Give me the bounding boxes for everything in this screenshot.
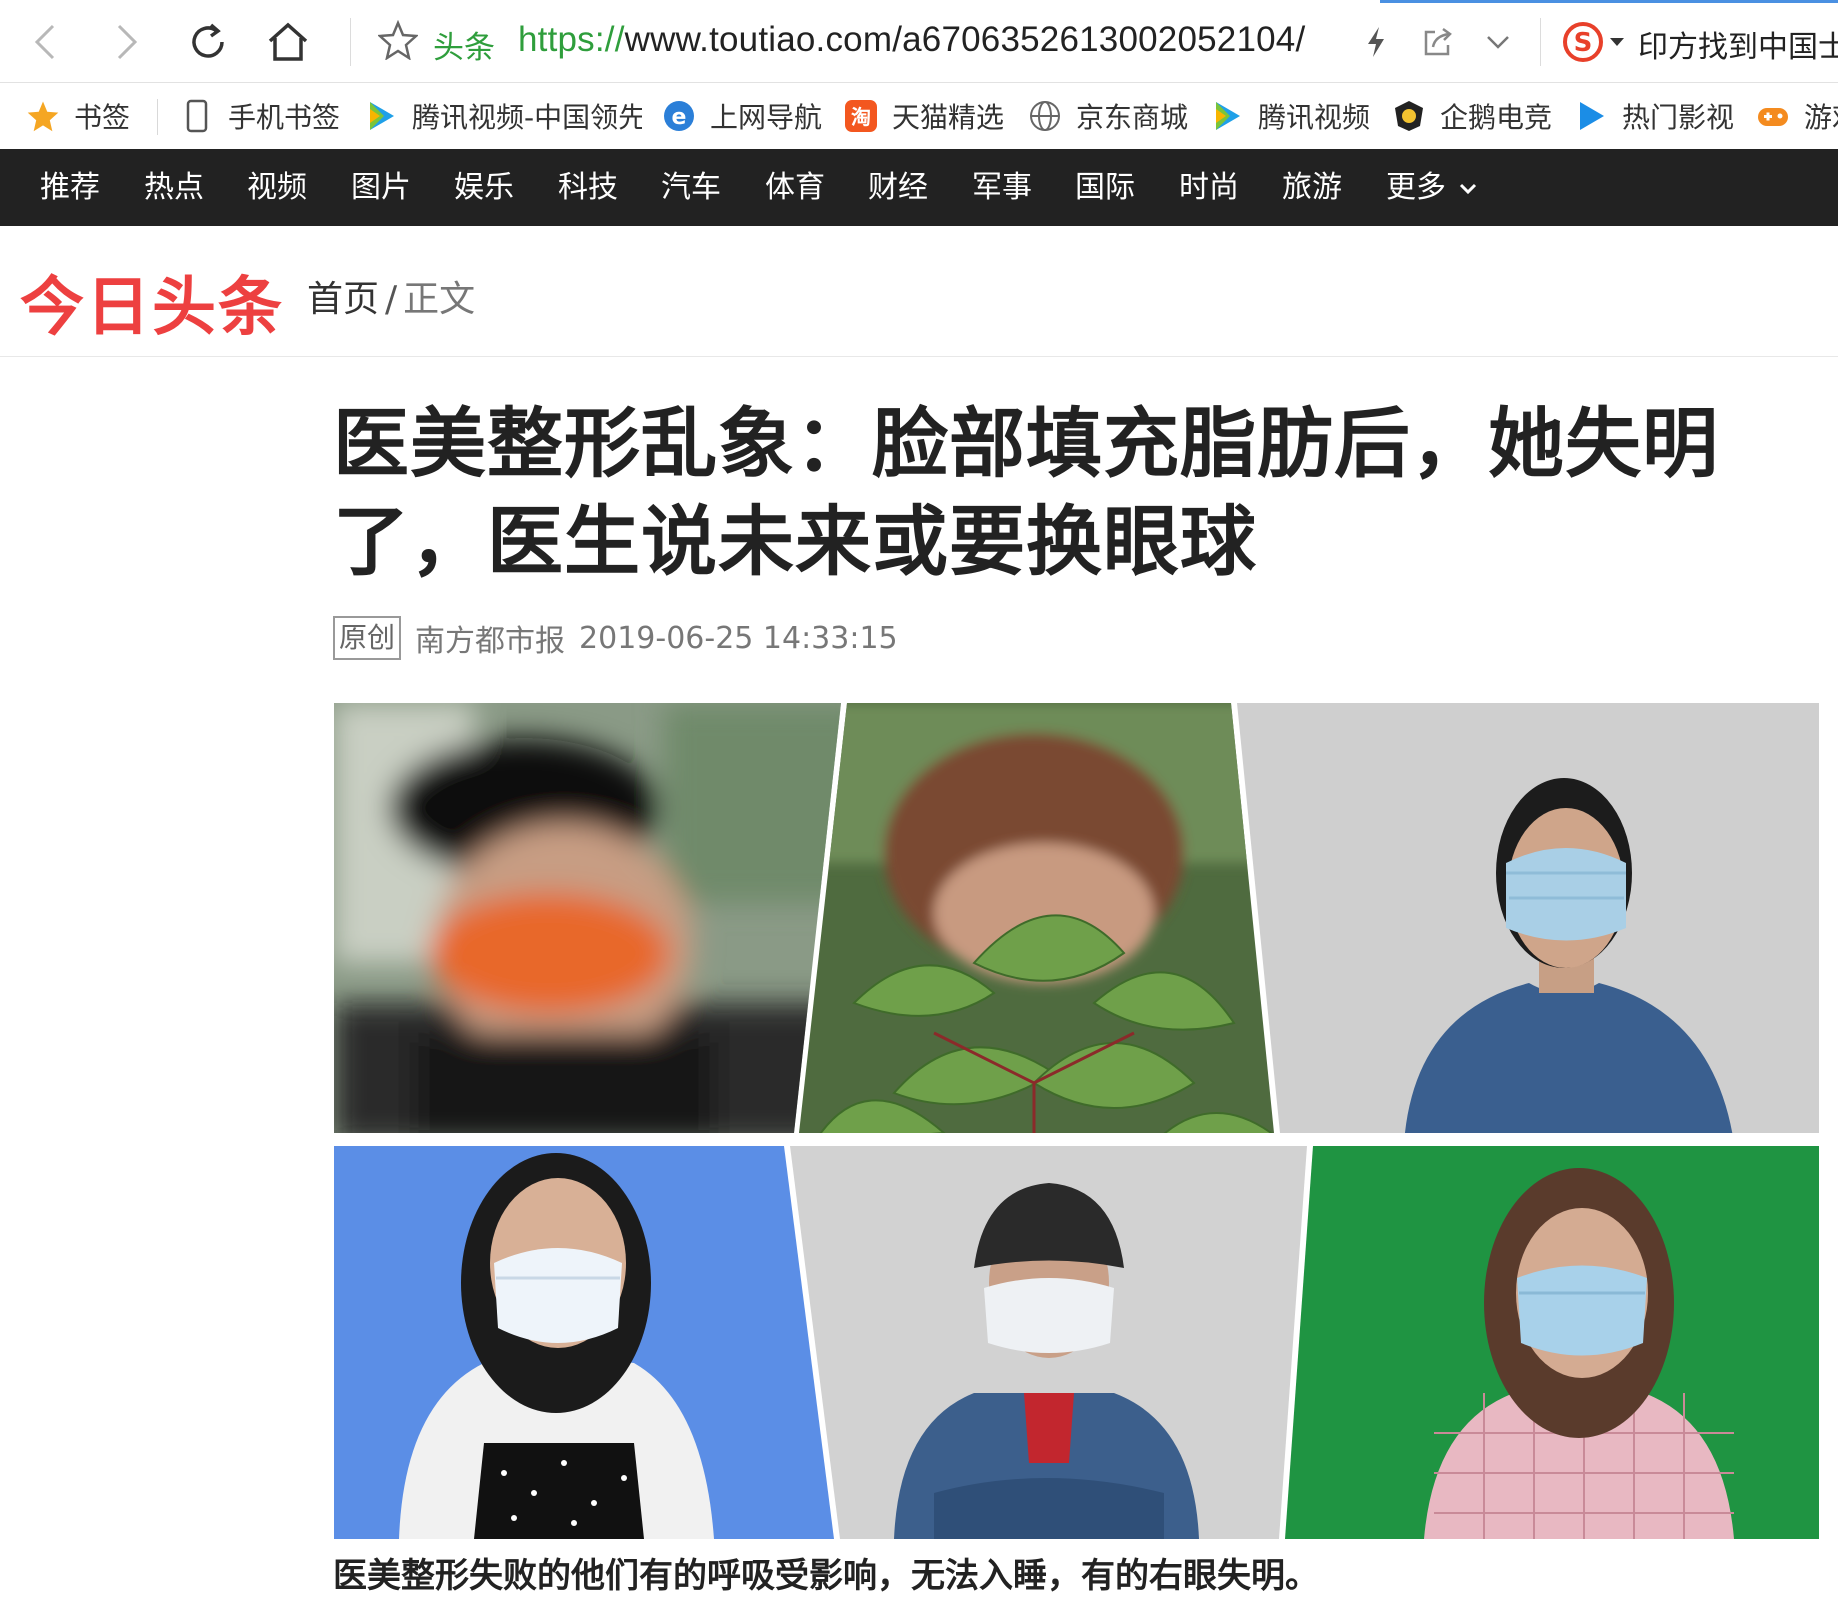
- caret-down-icon: [1610, 38, 1624, 46]
- channel-tab[interactable]: 时尚: [1179, 149, 1239, 226]
- forward-button[interactable]: [98, 14, 154, 70]
- channel-more-label: 更多: [1386, 170, 1446, 205]
- lightning-icon: [1368, 27, 1384, 57]
- channel-nav: 推荐 热点 视频 图片 娱乐 科技 汽车 体育 财经 军事 国际 时尚 旅游 更…: [0, 149, 1838, 226]
- bookmark-item-jd[interactable]: 京东商城: [1028, 83, 1188, 149]
- browser-toolbar: 头条 https://www.toutiao.com/a670635261300…: [0, 0, 1838, 83]
- search-engine-button[interactable]: S: [1562, 16, 1626, 68]
- breadcrumb-current: 正文: [403, 279, 476, 320]
- original-badge: 原创: [333, 616, 402, 660]
- chevron-left-icon: [34, 24, 55, 60]
- channel-tab[interactable]: 科技: [558, 149, 618, 226]
- collage-photo-6: [1285, 1146, 1819, 1539]
- chevron-down-icon: [1459, 183, 1476, 194]
- globe-icon: [1028, 99, 1062, 133]
- bookmark-label: 腾讯视频-中国领先: [412, 101, 642, 134]
- bookmark-label: 腾讯视频: [1258, 101, 1371, 134]
- collage-photo-1: [334, 703, 841, 1133]
- collage-photo-4: [334, 1146, 834, 1539]
- bookmark-item-tencent-video-china[interactable]: 腾讯视频-中国领先: [364, 83, 642, 149]
- channel-tab[interactable]: 热点: [144, 149, 204, 226]
- reload-button[interactable]: [180, 14, 236, 70]
- gamepad-icon: [1756, 99, 1790, 133]
- bookmark-label: 企鹅电竞: [1440, 101, 1553, 134]
- breadcrumb-home[interactable]: 首页: [307, 279, 379, 320]
- bookmarks-bar: 书签 手机书签 腾讯视频-中国领先 e 上网导航 淘 天猫精选 京东商城 腾讯视…: [0, 83, 1838, 150]
- channel-tab-more[interactable]: 更多: [1386, 149, 1478, 226]
- channel-tab[interactable]: 体育: [765, 149, 825, 226]
- back-button[interactable]: [18, 14, 74, 70]
- bookmark-label: 热门影视: [1622, 101, 1735, 134]
- collage-photo-3: [1237, 703, 1819, 1133]
- bookmark-item-games[interactable]: 游戏: [1756, 83, 1838, 149]
- bookmark-item-hot-movies[interactable]: 热门影视: [1574, 83, 1734, 149]
- chevron-down-icon: [1487, 36, 1509, 49]
- channel-tab[interactable]: 汽车: [661, 149, 721, 226]
- address-bar[interactable]: https://www.toutiao.com/a670635261300205…: [518, 20, 1305, 60]
- photo-caption: 医美整形失败的他们有的呼吸受影响，无法入睡，有的右眼失明。: [333, 1556, 1319, 1596]
- channel-tab[interactable]: 娱乐: [454, 149, 514, 226]
- bookmark-item-tencent-video[interactable]: 腾讯视频: [1210, 83, 1370, 149]
- address-dropdown-button[interactable]: [1470, 14, 1526, 70]
- channel-tab[interactable]: 国际: [1075, 149, 1135, 226]
- site-label: 头条: [433, 30, 495, 66]
- breadcrumb-separator: /: [385, 279, 398, 320]
- home-icon: [268, 22, 308, 61]
- share-icon: [1424, 27, 1452, 56]
- channel-tab[interactable]: 旅游: [1282, 149, 1342, 226]
- bookmark-label: 天猫精选: [892, 101, 1005, 134]
- search-suggestion[interactable]: 印方找到中国士: [1638, 22, 1838, 66]
- bookmark-item-nav[interactable]: e 上网导航: [662, 83, 822, 149]
- channel-tab[interactable]: 视频: [247, 149, 307, 226]
- bookmark-label: 书签: [74, 101, 131, 134]
- article-photo-collage: [334, 703, 1819, 1539]
- channel-tab[interactable]: 图片: [351, 149, 411, 226]
- url-path: www.toutiao.com/a6706352613002052104/: [624, 20, 1306, 59]
- channel-tab[interactable]: 财经: [868, 149, 928, 226]
- collage-photo-2: [799, 703, 1274, 1133]
- article-title: 医美整形乱象：脸部填充脂肪后，她失明了，医生说未来或要换眼球: [333, 399, 1719, 586]
- star-outline-icon: [376, 19, 420, 61]
- speed-mode-button[interactable]: [1348, 14, 1404, 70]
- site-logo[interactable]: 今日头条: [20, 256, 284, 348]
- bookmark-label: 游戏: [1804, 101, 1838, 134]
- star-icon: [26, 99, 60, 133]
- svg-text:e: e: [672, 105, 687, 130]
- home-button[interactable]: [260, 14, 316, 70]
- play-icon: [1574, 99, 1608, 133]
- reload-icon: [192, 23, 224, 58]
- article-datetime: 2019-06-25 14:33:15: [579, 620, 898, 656]
- tencent-video-icon: [1210, 99, 1244, 133]
- article-source[interactable]: 南方都市报: [415, 616, 565, 660]
- channel-tab[interactable]: 推荐: [40, 149, 100, 226]
- sogou-icon: S: [1563, 22, 1603, 62]
- bookmark-item-bookmarks[interactable]: 书签: [26, 83, 130, 149]
- bookmark-item-penguin-esports[interactable]: 企鹅电竞: [1392, 83, 1552, 149]
- bookmark-label: 京东商城: [1076, 101, 1189, 134]
- collage-photo-5: [790, 1146, 1307, 1539]
- bookmark-label: 手机书签: [228, 101, 341, 134]
- channel-tab[interactable]: 军事: [972, 149, 1032, 226]
- tencent-video-icon: [364, 99, 398, 133]
- share-button[interactable]: [1410, 14, 1466, 70]
- svg-text:S: S: [1574, 28, 1593, 58]
- bookmark-item-mobile[interactable]: 手机书签: [180, 83, 340, 149]
- breadcrumb: 首页 / 正文: [307, 270, 475, 322]
- penguin-esports-icon: [1392, 99, 1426, 133]
- chevron-right-icon: [117, 24, 138, 60]
- phone-icon: [180, 99, 214, 133]
- url-scheme: https://: [518, 20, 625, 59]
- site-header: 今日头条 首页 / 正文: [0, 226, 1838, 357]
- article-meta: 原创 南方都市报 2019-06-25 14:33:15: [333, 616, 898, 660]
- svg-text:淘: 淘: [851, 105, 871, 129]
- bookmark-item-tmall[interactable]: 淘 天猫精选: [844, 83, 1004, 149]
- bookmark-label: 上网导航: [710, 101, 823, 134]
- taobao-icon: 淘: [844, 99, 878, 133]
- ie-icon: e: [662, 99, 696, 133]
- bookmark-star-button[interactable]: [376, 19, 420, 64]
